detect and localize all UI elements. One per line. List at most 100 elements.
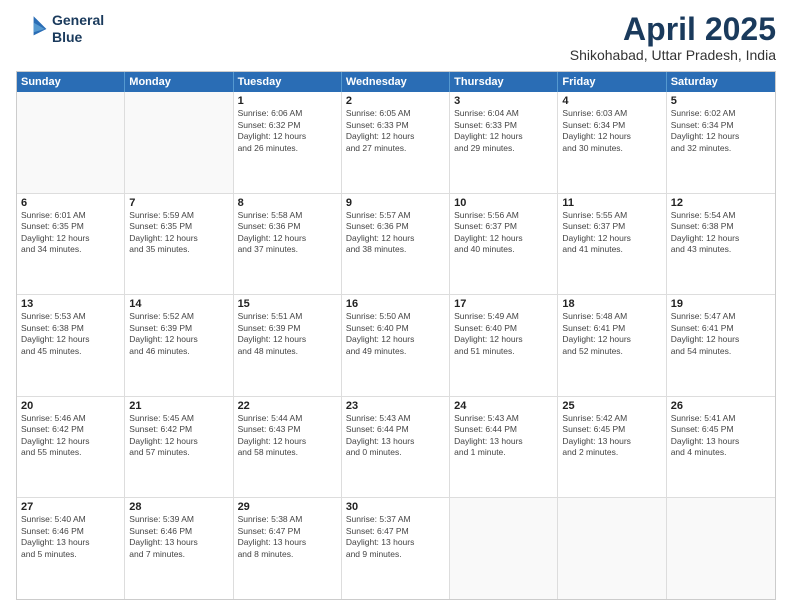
day-header: Friday (558, 72, 666, 92)
cell-date: 14 (129, 298, 228, 310)
calendar-cell: 11Sunrise: 5:55 AMSunset: 6:37 PMDayligh… (558, 194, 666, 295)
calendar-cell: 1Sunrise: 6:06 AMSunset: 6:32 PMDaylight… (234, 92, 342, 193)
cell-date: 7 (129, 197, 228, 209)
cell-date: 29 (238, 501, 337, 513)
cell-date: 30 (346, 501, 445, 513)
calendar-cell: 12Sunrise: 5:54 AMSunset: 6:38 PMDayligh… (667, 194, 775, 295)
cell-info: Sunrise: 5:43 AMSunset: 6:44 PMDaylight:… (346, 413, 445, 459)
cell-info: Sunrise: 5:58 AMSunset: 6:36 PMDaylight:… (238, 210, 337, 256)
cell-info: Sunrise: 6:02 AMSunset: 6:34 PMDaylight:… (671, 108, 771, 154)
calendar-cell (17, 92, 125, 193)
cell-info: Sunrise: 5:44 AMSunset: 6:43 PMDaylight:… (238, 413, 337, 459)
calendar-cell (558, 498, 666, 599)
cell-info: Sunrise: 5:53 AMSunset: 6:38 PMDaylight:… (21, 311, 120, 357)
cell-date: 11 (562, 197, 661, 209)
cell-info: Sunrise: 5:57 AMSunset: 6:36 PMDaylight:… (346, 210, 445, 256)
calendar-row: 6Sunrise: 6:01 AMSunset: 6:35 PMDaylight… (17, 194, 775, 296)
cell-info: Sunrise: 5:41 AMSunset: 6:45 PMDaylight:… (671, 413, 771, 459)
cell-info: Sunrise: 6:06 AMSunset: 6:32 PMDaylight:… (238, 108, 337, 154)
calendar-cell: 30Sunrise: 5:37 AMSunset: 6:47 PMDayligh… (342, 498, 450, 599)
calendar-cell: 22Sunrise: 5:44 AMSunset: 6:43 PMDayligh… (234, 397, 342, 498)
calendar-cell: 19Sunrise: 5:47 AMSunset: 6:41 PMDayligh… (667, 295, 775, 396)
cell-date: 21 (129, 400, 228, 412)
calendar-cell: 15Sunrise: 5:51 AMSunset: 6:39 PMDayligh… (234, 295, 342, 396)
cell-info: Sunrise: 5:39 AMSunset: 6:46 PMDaylight:… (129, 514, 228, 560)
day-header: Sunday (17, 72, 125, 92)
cell-info: Sunrise: 5:47 AMSunset: 6:41 PMDaylight:… (671, 311, 771, 357)
calendar-cell: 29Sunrise: 5:38 AMSunset: 6:47 PMDayligh… (234, 498, 342, 599)
cell-info: Sunrise: 5:40 AMSunset: 6:46 PMDaylight:… (21, 514, 120, 560)
calendar: SundayMondayTuesdayWednesdayThursdayFrid… (16, 71, 776, 600)
calendar-row: 1Sunrise: 6:06 AMSunset: 6:32 PMDaylight… (17, 92, 775, 194)
day-header: Monday (125, 72, 233, 92)
cell-date: 13 (21, 298, 120, 310)
cell-info: Sunrise: 5:43 AMSunset: 6:44 PMDaylight:… (454, 413, 553, 459)
cell-date: 24 (454, 400, 553, 412)
calendar-cell: 4Sunrise: 6:03 AMSunset: 6:34 PMDaylight… (558, 92, 666, 193)
cell-date: 18 (562, 298, 661, 310)
cell-date: 6 (21, 197, 120, 209)
cell-date: 5 (671, 95, 771, 107)
cell-info: Sunrise: 5:49 AMSunset: 6:40 PMDaylight:… (454, 311, 553, 357)
cell-info: Sunrise: 5:54 AMSunset: 6:38 PMDaylight:… (671, 210, 771, 256)
calendar-cell (450, 498, 558, 599)
cell-date: 26 (671, 400, 771, 412)
day-header: Wednesday (342, 72, 450, 92)
cell-date: 28 (129, 501, 228, 513)
cell-info: Sunrise: 6:03 AMSunset: 6:34 PMDaylight:… (562, 108, 661, 154)
cell-date: 10 (454, 197, 553, 209)
cell-date: 3 (454, 95, 553, 107)
cell-info: Sunrise: 5:42 AMSunset: 6:45 PMDaylight:… (562, 413, 661, 459)
day-header: Thursday (450, 72, 558, 92)
cell-date: 27 (21, 501, 120, 513)
calendar-cell: 28Sunrise: 5:39 AMSunset: 6:46 PMDayligh… (125, 498, 233, 599)
calendar-cell: 20Sunrise: 5:46 AMSunset: 6:42 PMDayligh… (17, 397, 125, 498)
calendar-cell: 26Sunrise: 5:41 AMSunset: 6:45 PMDayligh… (667, 397, 775, 498)
calendar-cell: 18Sunrise: 5:48 AMSunset: 6:41 PMDayligh… (558, 295, 666, 396)
cell-info: Sunrise: 5:48 AMSunset: 6:41 PMDaylight:… (562, 311, 661, 357)
calendar-cell: 16Sunrise: 5:50 AMSunset: 6:40 PMDayligh… (342, 295, 450, 396)
header: General Blue April 2025 Shikohabad, Utta… (16, 12, 776, 63)
calendar-cell (125, 92, 233, 193)
day-headers: SundayMondayTuesdayWednesdayThursdayFrid… (17, 72, 775, 92)
cell-info: Sunrise: 5:55 AMSunset: 6:37 PMDaylight:… (562, 210, 661, 256)
calendar-cell: 6Sunrise: 6:01 AMSunset: 6:35 PMDaylight… (17, 194, 125, 295)
calendar-cell: 9Sunrise: 5:57 AMSunset: 6:36 PMDaylight… (342, 194, 450, 295)
logo-icon (16, 13, 48, 45)
cell-date: 20 (21, 400, 120, 412)
cell-info: Sunrise: 5:37 AMSunset: 6:47 PMDaylight:… (346, 514, 445, 560)
cell-date: 19 (671, 298, 771, 310)
calendar-cell (667, 498, 775, 599)
cell-date: 15 (238, 298, 337, 310)
cell-date: 22 (238, 400, 337, 412)
cell-info: Sunrise: 5:38 AMSunset: 6:47 PMDaylight:… (238, 514, 337, 560)
cell-date: 9 (346, 197, 445, 209)
day-header: Tuesday (234, 72, 342, 92)
cell-info: Sunrise: 5:46 AMSunset: 6:42 PMDaylight:… (21, 413, 120, 459)
cell-date: 2 (346, 95, 445, 107)
cell-info: Sunrise: 5:51 AMSunset: 6:39 PMDaylight:… (238, 311, 337, 357)
calendar-row: 13Sunrise: 5:53 AMSunset: 6:38 PMDayligh… (17, 295, 775, 397)
page: General Blue April 2025 Shikohabad, Utta… (0, 0, 792, 612)
calendar-cell: 25Sunrise: 5:42 AMSunset: 6:45 PMDayligh… (558, 397, 666, 498)
calendar-cell: 24Sunrise: 5:43 AMSunset: 6:44 PMDayligh… (450, 397, 558, 498)
calendar-body: 1Sunrise: 6:06 AMSunset: 6:32 PMDaylight… (17, 92, 775, 599)
cell-info: Sunrise: 5:59 AMSunset: 6:35 PMDaylight:… (129, 210, 228, 256)
logo: General Blue (16, 12, 104, 46)
cell-date: 1 (238, 95, 337, 107)
cell-info: Sunrise: 6:04 AMSunset: 6:33 PMDaylight:… (454, 108, 553, 154)
calendar-cell: 27Sunrise: 5:40 AMSunset: 6:46 PMDayligh… (17, 498, 125, 599)
calendar-cell: 2Sunrise: 6:05 AMSunset: 6:33 PMDaylight… (342, 92, 450, 193)
month-title: April 2025 (570, 12, 776, 47)
calendar-cell: 5Sunrise: 6:02 AMSunset: 6:34 PMDaylight… (667, 92, 775, 193)
cell-date: 8 (238, 197, 337, 209)
cell-date: 25 (562, 400, 661, 412)
cell-info: Sunrise: 5:52 AMSunset: 6:39 PMDaylight:… (129, 311, 228, 357)
calendar-cell: 8Sunrise: 5:58 AMSunset: 6:36 PMDaylight… (234, 194, 342, 295)
calendar-cell: 17Sunrise: 5:49 AMSunset: 6:40 PMDayligh… (450, 295, 558, 396)
cell-date: 16 (346, 298, 445, 310)
cell-info: Sunrise: 6:01 AMSunset: 6:35 PMDaylight:… (21, 210, 120, 256)
cell-info: Sunrise: 6:05 AMSunset: 6:33 PMDaylight:… (346, 108, 445, 154)
cell-info: Sunrise: 5:45 AMSunset: 6:42 PMDaylight:… (129, 413, 228, 459)
calendar-cell: 23Sunrise: 5:43 AMSunset: 6:44 PMDayligh… (342, 397, 450, 498)
